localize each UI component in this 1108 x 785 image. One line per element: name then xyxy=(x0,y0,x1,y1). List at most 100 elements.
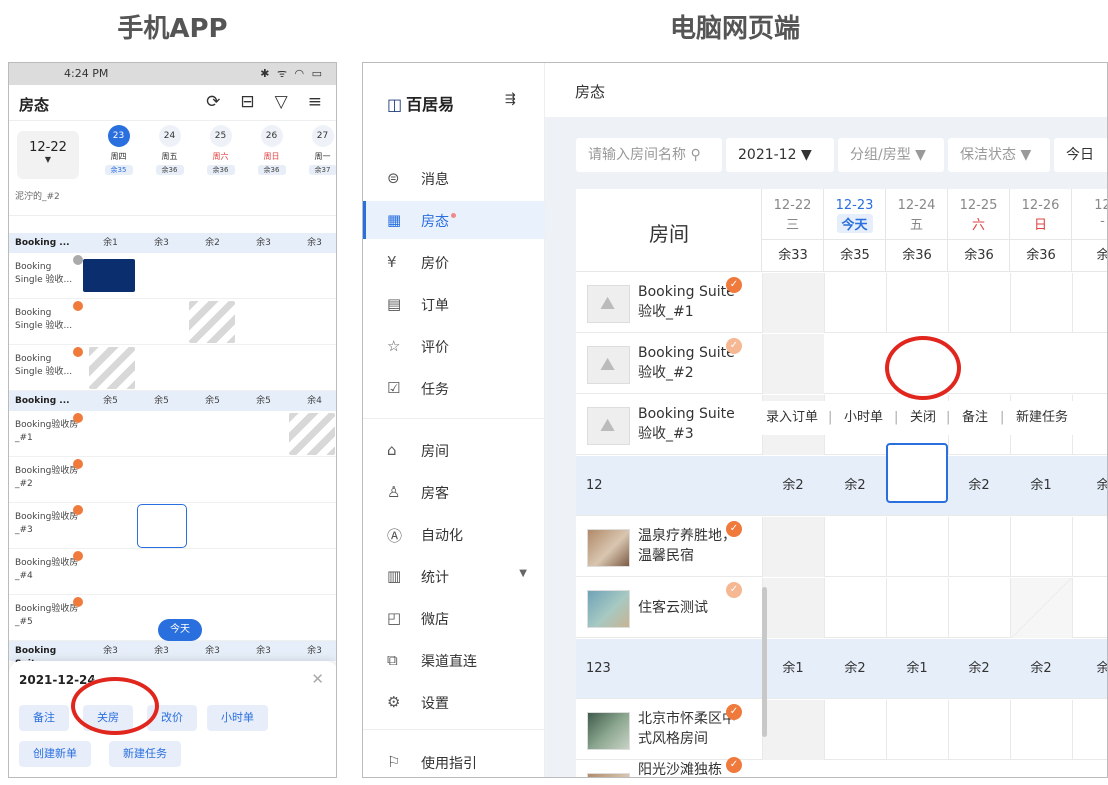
closed-room-block[interactable] xyxy=(189,301,235,343)
day-number: 24 xyxy=(158,125,181,147)
calendar-cell[interactable] xyxy=(1010,700,1072,760)
room-row[interactable]: Booking Single 验收... xyxy=(9,299,336,345)
room-row[interactable]: Booking Single 验收... xyxy=(9,253,336,299)
sidebar-item-guests[interactable]: ♙ 房客 xyxy=(363,473,545,511)
create-order-button[interactable]: 创建新单 xyxy=(19,741,91,767)
date-picker[interactable]: 12-22 ▼ xyxy=(17,131,79,179)
sidebar-item-settings[interactable]: ⚙ 设置 xyxy=(363,683,545,721)
refresh-icon[interactable]: ⟳ xyxy=(206,92,220,112)
sidebar-item-channel-connect[interactable]: ⧉ 渠道直连 xyxy=(363,641,545,679)
today-button[interactable]: 今天 xyxy=(158,619,202,641)
selected-cell[interactable] xyxy=(137,504,187,548)
calendar-cell[interactable] xyxy=(1072,517,1107,577)
today-button[interactable]: 今日 xyxy=(1054,138,1107,172)
vertical-scrollbar[interactable] xyxy=(762,587,767,737)
sidebar-item-room-status[interactable]: ▦ 房态 xyxy=(363,201,545,239)
month-select[interactable]: 2021-12 ▼ xyxy=(726,138,834,172)
sidebar-item-rooms[interactable]: ⌂ 房间 xyxy=(363,431,545,469)
sidebar-item-reviews[interactable]: ☆ 评价 xyxy=(363,327,545,365)
room-row[interactable]: Booking验收房_#4 xyxy=(9,549,336,595)
calendar-cell[interactable] xyxy=(886,578,948,638)
room-row[interactable]: Booking验收房_#1 xyxy=(9,411,336,457)
selected-cell[interactable] xyxy=(886,443,948,503)
calendar-cell[interactable] xyxy=(762,700,824,760)
calendar-cell[interactable] xyxy=(1072,273,1107,333)
calendar-cell[interactable] xyxy=(762,517,824,577)
room-group-row[interactable]: 12 余2 余2 余2 余2 余1 余 xyxy=(576,456,1107,516)
calendar-cell-closed[interactable] xyxy=(1010,578,1072,638)
calendar-cell[interactable] xyxy=(1010,517,1072,577)
sidebar-item-guide[interactable]: ⚐ 使用指引 xyxy=(363,743,545,777)
menu-item-new-task[interactable]: 新建任务 xyxy=(1016,401,1068,435)
sidebar-item-micro-store[interactable]: ◰ 微店 xyxy=(363,599,545,637)
day-column[interactable]: 26 周日 余36 xyxy=(246,125,297,175)
day-column[interactable]: 25 周六 余36 xyxy=(195,125,246,175)
sidebar-item-statistics[interactable]: ▥ 统计 ▼ xyxy=(363,557,545,595)
calendar-cell[interactable] xyxy=(886,700,948,760)
inbox-icon[interactable]: ⊟ xyxy=(240,92,254,112)
booking-block[interactable] xyxy=(83,259,135,292)
day-column[interactable]: 24 周五 余36 xyxy=(144,125,195,175)
filter-icon[interactable]: ▽ xyxy=(275,92,288,112)
calendar-cell[interactable] xyxy=(948,517,1010,577)
menu-item-enter-order[interactable]: 录入订单 xyxy=(766,401,818,435)
sidebar-item-room-price[interactable]: ¥ 房价 xyxy=(363,243,545,281)
room-group-row[interactable]: Booking Suit... 余3 余3 余3 余3 余3 xyxy=(9,641,336,669)
calendar-cell[interactable] xyxy=(762,334,824,394)
menu-item-hourly-order[interactable]: 小时单 xyxy=(844,401,883,435)
sidebar-item-messages[interactable]: ⊜ 消息 xyxy=(363,159,545,197)
room-row[interactable]: Booking Suite 验收_#1 ✓ xyxy=(576,273,1107,333)
weekday: 周六 xyxy=(212,152,229,161)
room-row[interactable]: Booking Single 验收... xyxy=(9,345,336,391)
date-column-header[interactable]: 12-25 六 余36 xyxy=(948,189,1010,272)
closed-room-block[interactable] xyxy=(289,413,335,455)
calendar-cell[interactable] xyxy=(1072,700,1107,760)
room-row[interactable]: 北京市怀柔区中式风格房间 ✓ xyxy=(576,700,1107,760)
room-search-input[interactable]: 请输入房间名称 ⚲ xyxy=(576,138,722,172)
room-row[interactable]: 温泉疗养胜地，温馨民宿 ✓ xyxy=(576,517,1107,577)
menu-item-note[interactable]: 备注 xyxy=(962,401,988,435)
calendar-cell[interactable] xyxy=(948,578,1010,638)
calendar-cell[interactable] xyxy=(824,578,886,638)
date-column-header[interactable]: 12-22 三 余33 xyxy=(762,189,824,272)
room-group-row[interactable]: Booking ... 余1 余3 余2 余3 余3 xyxy=(9,233,336,253)
calendar-cell[interactable] xyxy=(762,578,824,638)
room-row[interactable]: 阳光沙滩独栋 ✓ xyxy=(576,757,1107,777)
date-column-header[interactable]: 12-23 今天 余35 xyxy=(824,189,886,272)
room-row[interactable]: Booking验收房_#2 xyxy=(9,457,336,503)
room-row[interactable]: Booking Suite 验收_#2 ✓ xyxy=(576,334,1107,394)
room-row[interactable]: Booking验收房_#3 xyxy=(9,503,336,549)
calendar-cell[interactable] xyxy=(824,517,886,577)
new-task-button[interactable]: 新建任务 xyxy=(109,741,181,767)
calendar-cell[interactable] xyxy=(886,517,948,577)
room-row[interactable]: 住客云测试 ✓ xyxy=(576,578,1107,638)
calendar-cell[interactable] xyxy=(824,273,886,333)
calendar-cell[interactable] xyxy=(948,700,1010,760)
calendar-cell[interactable] xyxy=(1010,273,1072,333)
collapse-sidebar-icon[interactable]: ⇶ xyxy=(505,92,516,107)
date-column-header[interactable]: 12-26 日 余36 xyxy=(1010,189,1072,272)
calendar-cell[interactable] xyxy=(948,273,1010,333)
calendar-cell[interactable] xyxy=(1072,578,1107,638)
closed-room-block[interactable] xyxy=(89,347,135,389)
day-column[interactable]: 23 周四 余35 xyxy=(93,125,144,175)
menu-icon[interactable]: ≡ xyxy=(308,92,322,112)
sidebar-item-tasks[interactable]: ☑ 任务 xyxy=(363,369,545,407)
cleaning-status-select[interactable]: 保洁状态 ▼ xyxy=(948,138,1050,172)
date-column-header[interactable]: 12-24 五 余36 xyxy=(886,189,948,272)
sidebar-item-orders[interactable]: ▤ 订单 xyxy=(363,285,545,323)
date-column-header[interactable]: 12 - 余 xyxy=(1072,189,1107,272)
room-group-row[interactable]: 123 余1 余2 余1 余2 余2 余 xyxy=(576,639,1107,699)
day-column[interactable]: 27 周一 余37 xyxy=(297,125,336,175)
sidebar-item-automation[interactable]: Ⓐ 自动化 xyxy=(363,515,545,553)
calendar-cell[interactable] xyxy=(762,273,824,333)
menu-item-close-room[interactable]: 关闭 xyxy=(910,401,936,435)
calendar-cell[interactable] xyxy=(886,273,948,333)
close-icon[interactable]: ✕ xyxy=(311,670,324,688)
note-button[interactable]: 备注 xyxy=(19,705,69,731)
hourly-order-button[interactable]: 小时单 xyxy=(207,705,268,731)
sidebar-item-label: 使用指引 xyxy=(421,756,477,772)
group-room-type-select[interactable]: 分组/房型 ▼ xyxy=(838,138,944,172)
room-group-row[interactable]: Booking ... 余5 余5 余5 余5 余4 xyxy=(9,391,336,411)
calendar-cell[interactable] xyxy=(824,700,886,760)
